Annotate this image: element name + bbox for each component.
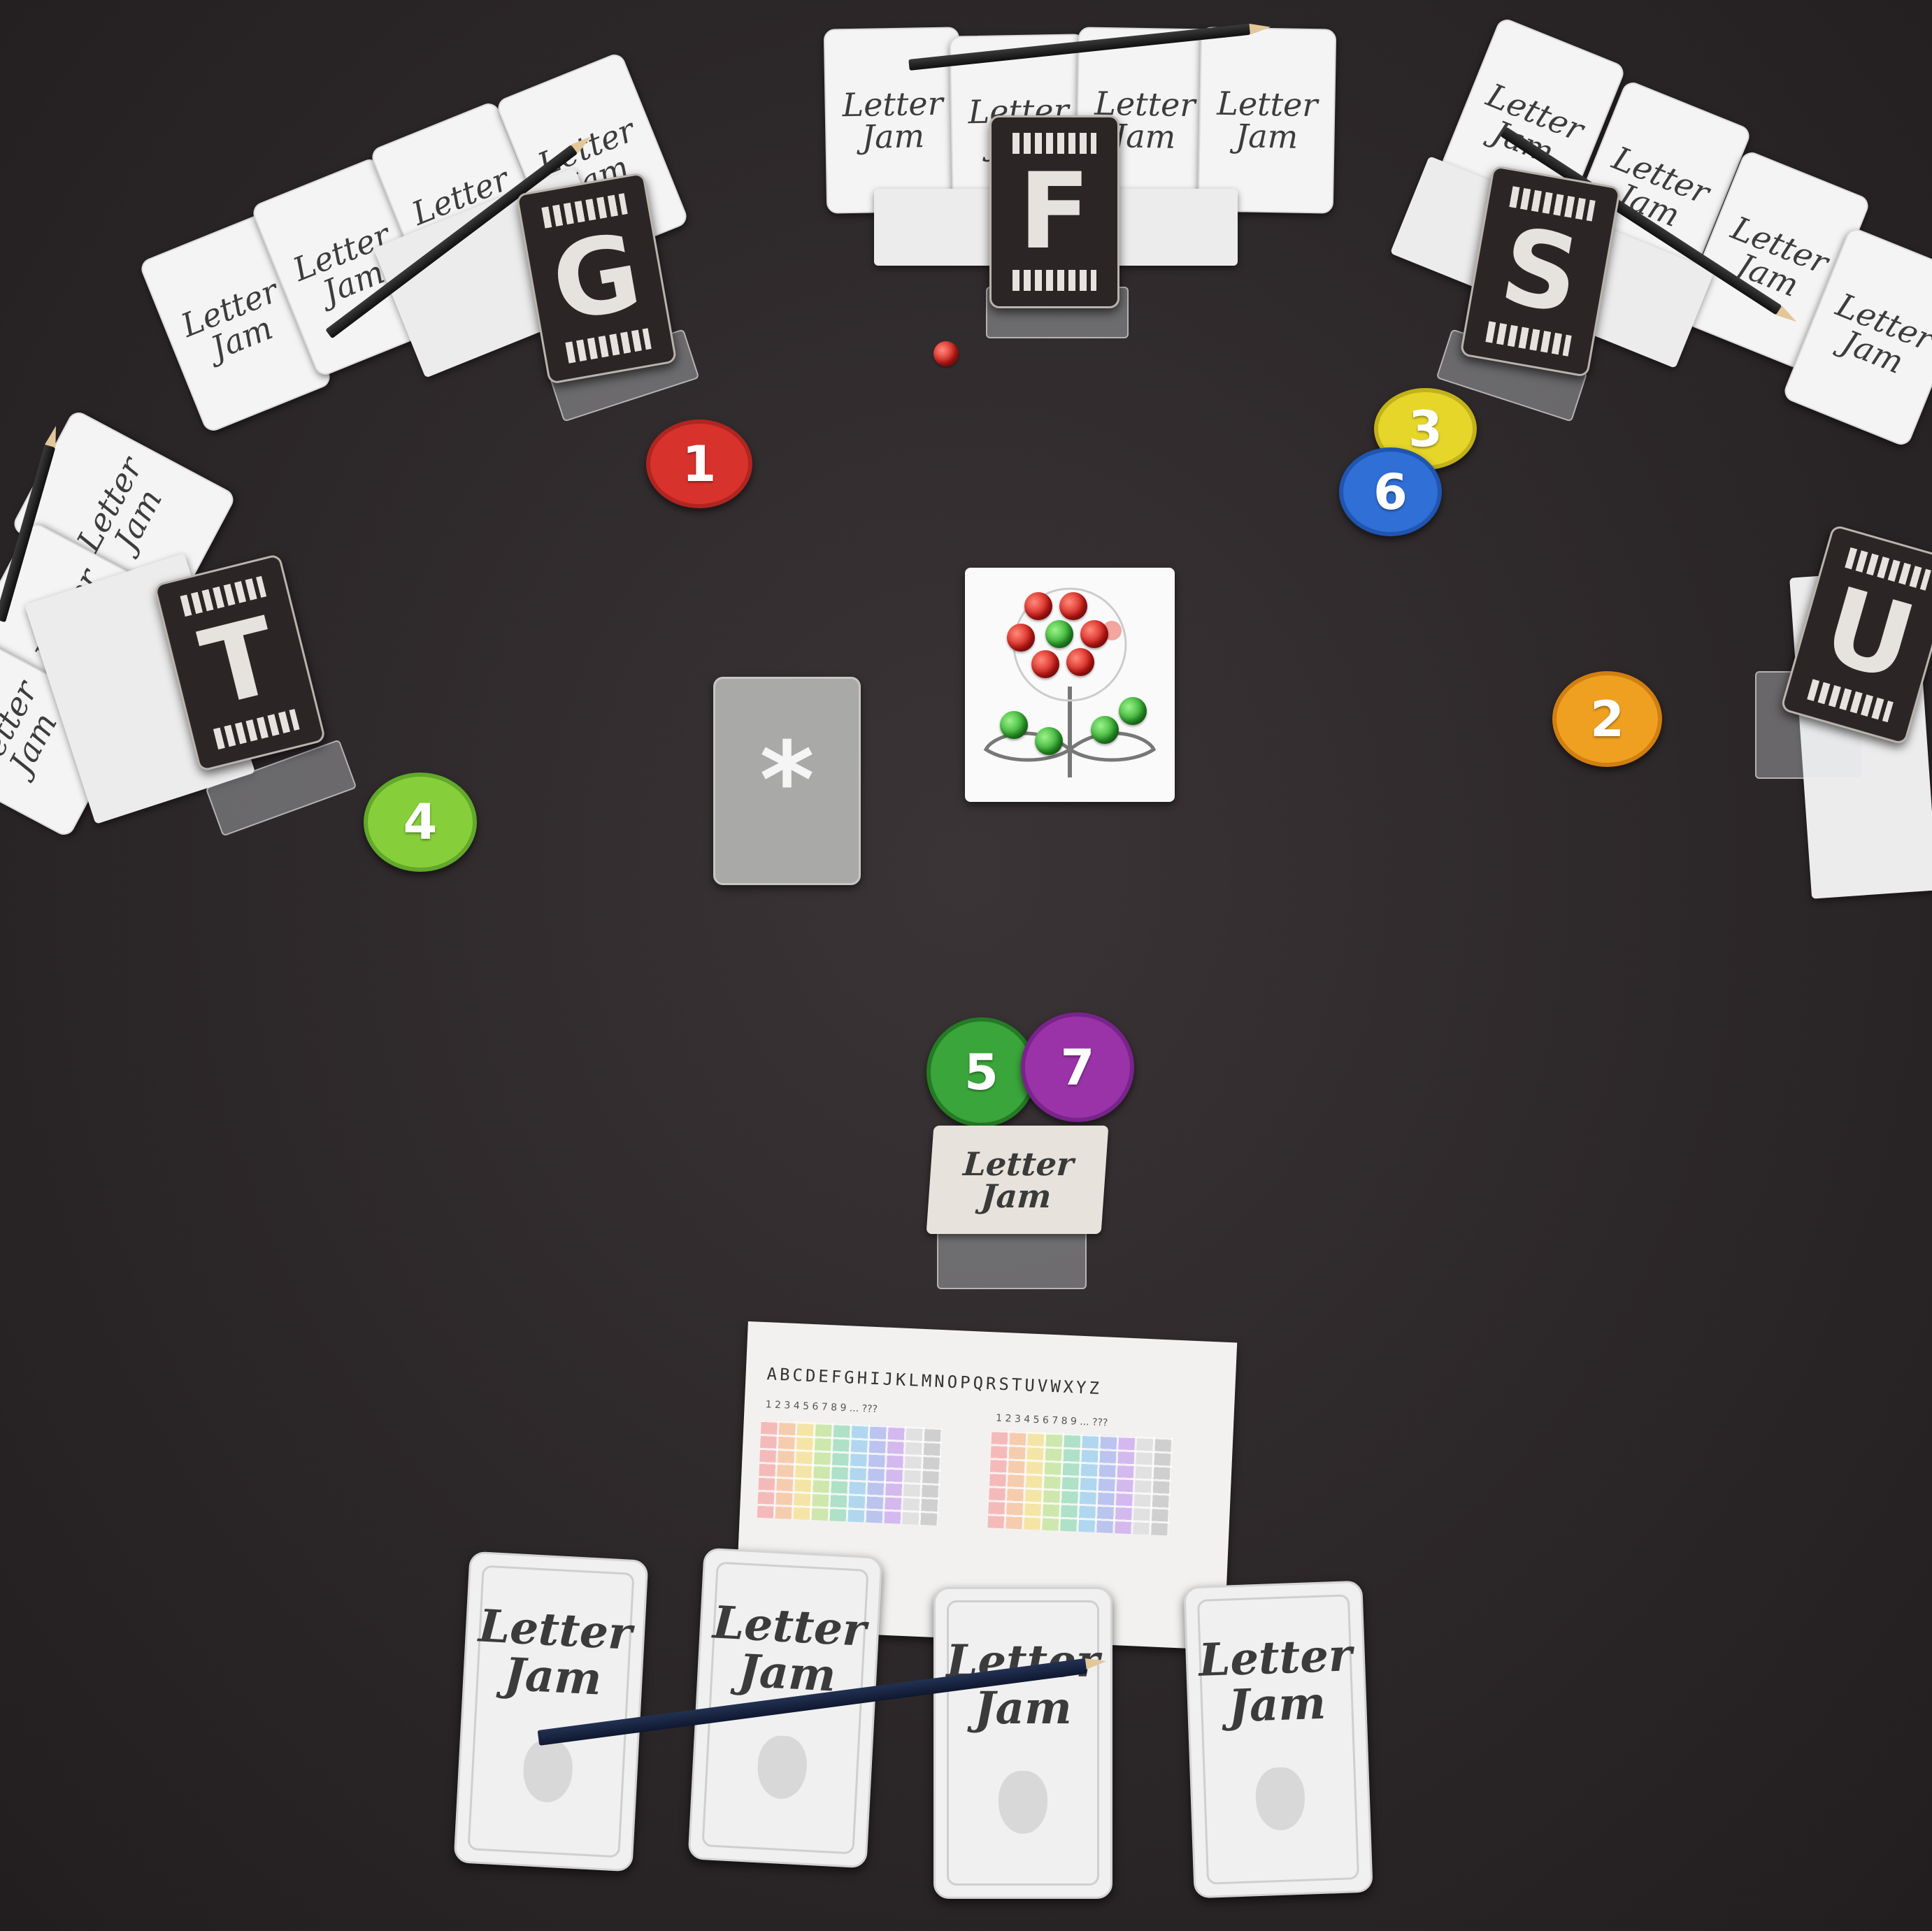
green-gem[interactable] bbox=[1035, 727, 1063, 755]
red-gem[interactable] bbox=[1007, 624, 1035, 652]
letter-card-f[interactable]: F bbox=[989, 115, 1119, 308]
red-gem[interactable] bbox=[1031, 650, 1059, 678]
card-code bbox=[1012, 133, 1096, 154]
alphabet-row: ABCDEFGHIJKLMNOPQRSTUVWXYZ bbox=[766, 1364, 1103, 1399]
card-logo: Letter Jam bbox=[1481, 76, 1589, 171]
green-gem[interactable] bbox=[1119, 697, 1147, 725]
red-marker[interactable] bbox=[933, 341, 959, 366]
clue-token-1[interactable]: 1 bbox=[646, 419, 752, 508]
clue-token-7[interactable]: 7 bbox=[1021, 1012, 1134, 1122]
red-gem[interactable] bbox=[1059, 592, 1087, 620]
card-logo: Letter Jam bbox=[1831, 285, 1932, 382]
letter-glyph: S bbox=[1492, 204, 1589, 338]
card-logo: Letter Jam bbox=[842, 84, 944, 156]
red-gem[interactable] bbox=[1080, 620, 1108, 648]
clue-grid-right[interactable] bbox=[987, 1430, 1174, 1536]
card-logo-line2: Jam bbox=[980, 1177, 1053, 1215]
clue-token-5[interactable]: 5 bbox=[926, 1017, 1036, 1127]
clue-tracker-card bbox=[965, 568, 1175, 802]
card-logo: Letter Jam bbox=[1216, 84, 1318, 156]
card-logo: Letter Jam bbox=[960, 1145, 1075, 1215]
hand-card-3[interactable]: Letter Jam bbox=[933, 1587, 1112, 1899]
columns-right-header: 1 2 3 4 5 6 7 8 9 ... ??? bbox=[995, 1412, 1108, 1429]
clue-token-2[interactable]: 2 bbox=[1552, 671, 1662, 767]
letter-glyph: G bbox=[543, 210, 650, 346]
own-letter-card[interactable]: Letter Jam bbox=[926, 1126, 1109, 1234]
red-gem[interactable] bbox=[1066, 648, 1094, 676]
clue-token-6[interactable]: 6 bbox=[1339, 447, 1442, 536]
clue-grid-left[interactable] bbox=[757, 1419, 943, 1526]
green-gem[interactable] bbox=[1000, 711, 1028, 739]
card-logo-line2: Jam bbox=[974, 1682, 1072, 1735]
card-code bbox=[1012, 270, 1096, 291]
card-logo-line2: Jam bbox=[1227, 1677, 1327, 1733]
strawberry-icon bbox=[999, 1771, 1047, 1834]
green-gem[interactable] bbox=[1091, 716, 1119, 744]
red-gem[interactable] bbox=[1024, 592, 1052, 620]
hand-card-1[interactable]: Letter Jam bbox=[453, 1551, 649, 1872]
wild-card[interactable]: * bbox=[713, 677, 861, 885]
card-logo: Letter Jam bbox=[464, 1600, 644, 1706]
clue-token-4[interactable]: 4 bbox=[364, 773, 477, 872]
green-gem[interactable] bbox=[1045, 620, 1073, 648]
columns-left-header: 1 2 3 4 5 6 7 8 9 ... ??? bbox=[765, 1399, 878, 1416]
deck-card[interactable]: Letter Jam bbox=[1197, 27, 1337, 214]
card-logo: Letter Jam bbox=[1187, 1629, 1366, 1733]
letter-glyph: T bbox=[190, 595, 289, 731]
card-logo-line2: Jam bbox=[502, 1648, 603, 1706]
card-stand bbox=[937, 1230, 1087, 1289]
hand-card-4[interactable]: Letter Jam bbox=[1183, 1580, 1373, 1899]
deck-card[interactable]: Letter Jam bbox=[823, 27, 963, 214]
letter-glyph: F bbox=[1018, 151, 1091, 273]
wild-symbol: * bbox=[759, 720, 815, 842]
letter-card-u[interactable]: U bbox=[1780, 524, 1932, 746]
card-logo: Letter Jam bbox=[699, 1596, 878, 1702]
